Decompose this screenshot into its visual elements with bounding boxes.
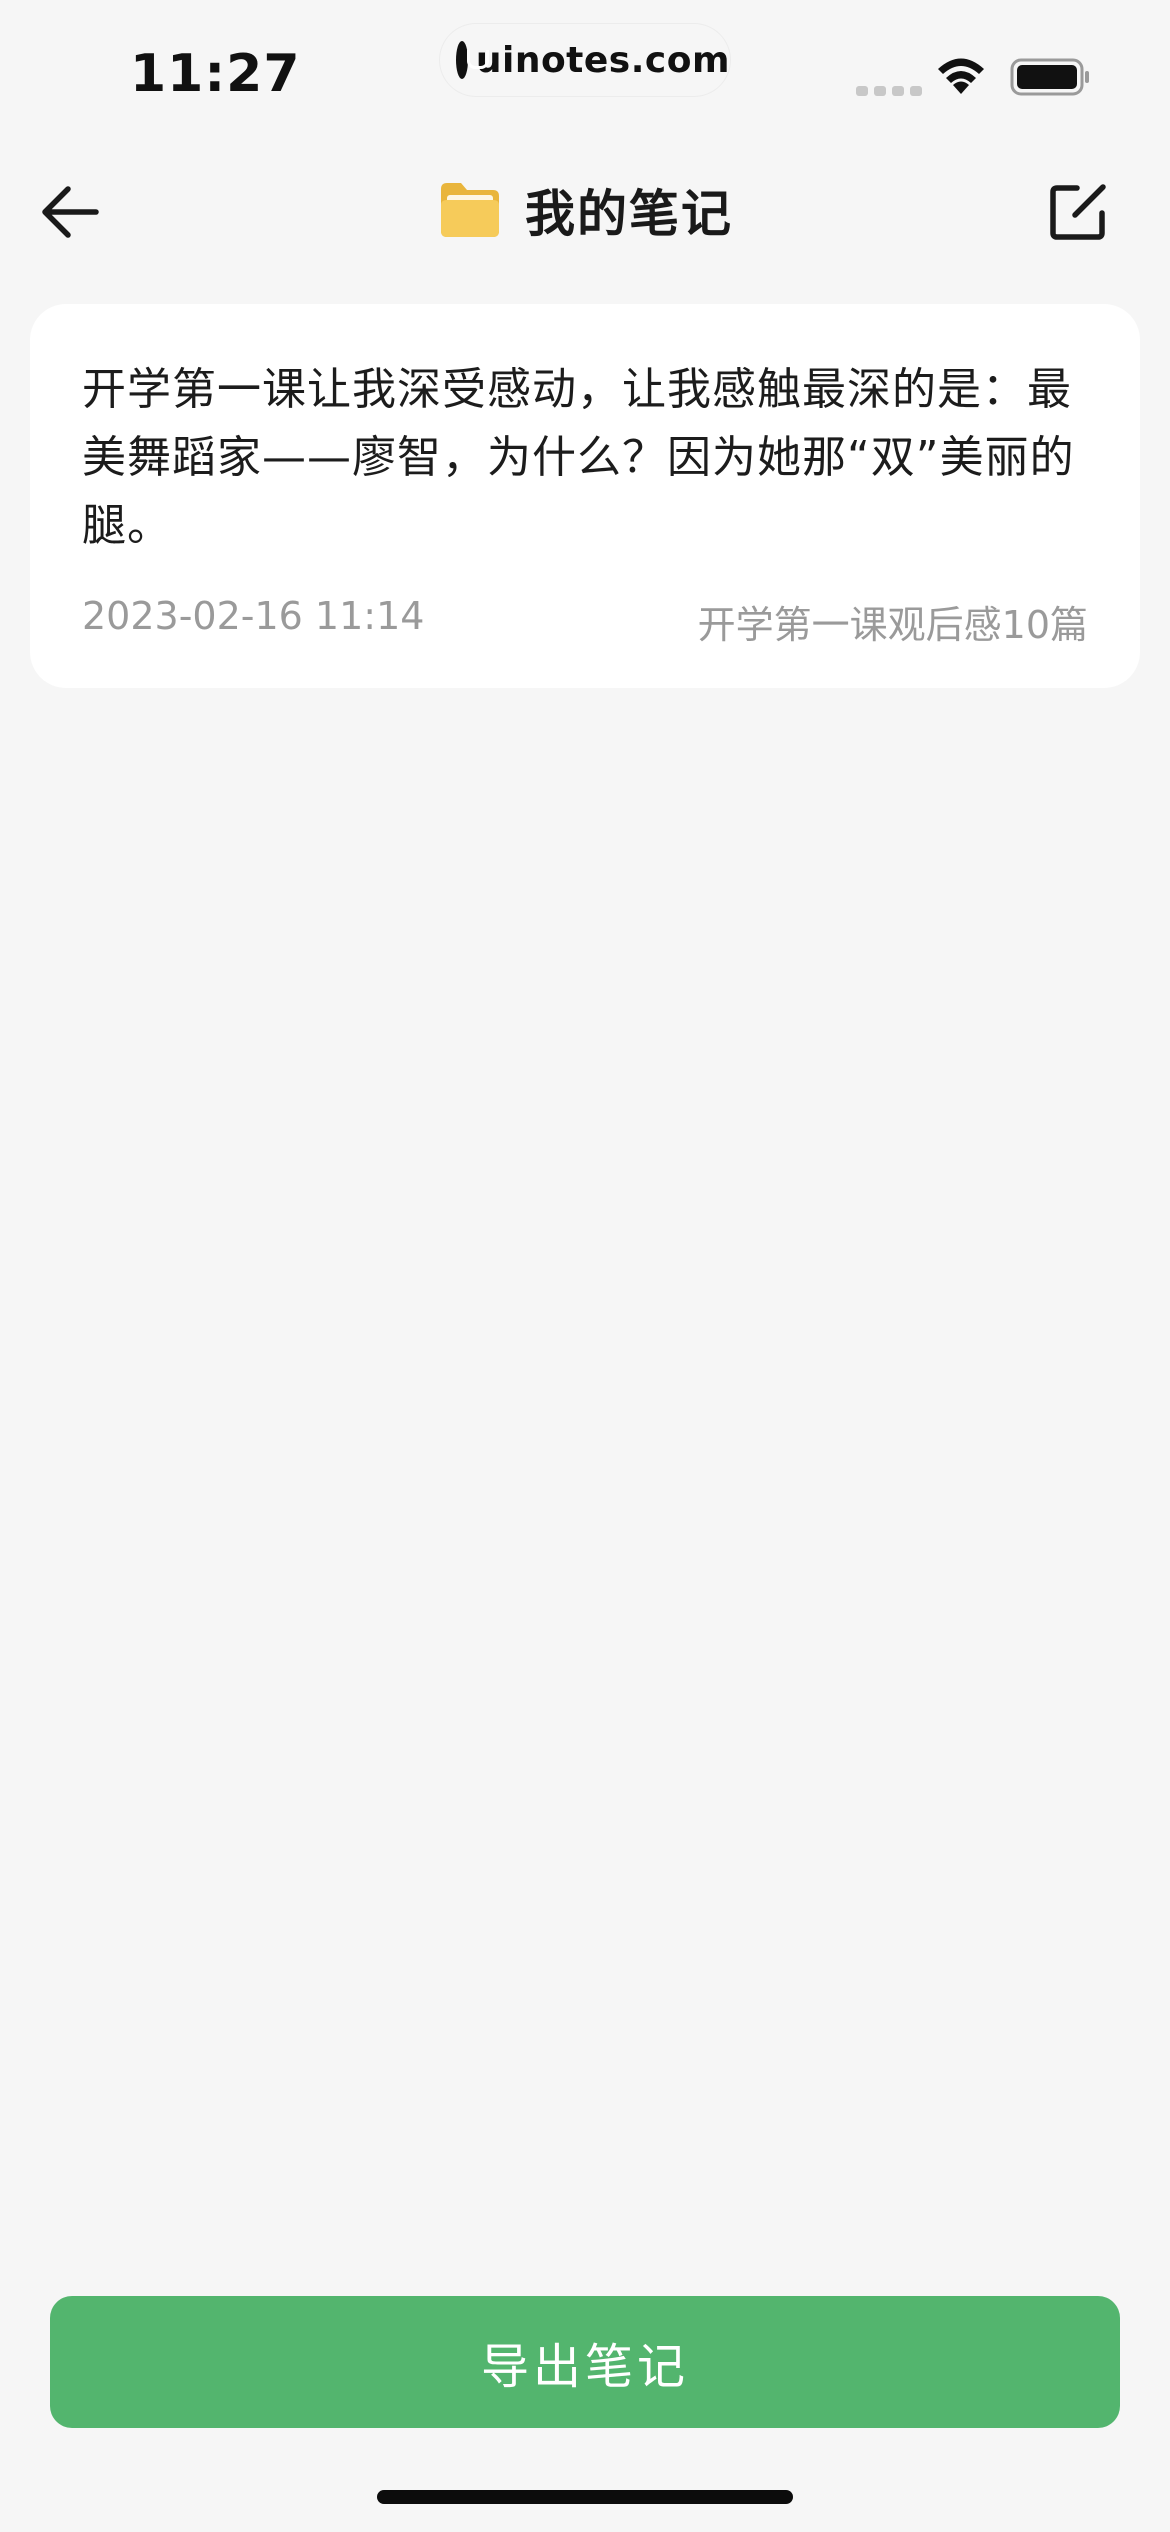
note-source[interactable]: 开学第一课观后感10篇 [698,594,1088,649]
page-title: 我的笔记 [525,185,733,243]
edit-square-icon [1050,184,1106,240]
note-meta: 2023-02-16 11:14 开学第一课观后感10篇 [82,594,1088,649]
battery-icon [1010,58,1089,96]
navigation-bar: 我的笔记 [0,150,1170,270]
nav-title-group: 我的笔记 [0,170,1170,250]
folder-icon [441,183,499,237]
wifi-icon [938,58,984,94]
watermark-badge: uinotes.com [440,24,730,96]
edit-button[interactable] [1040,174,1116,250]
note-card[interactable]: 开学第一课让我深受感动，让我感触最深的是：最美舞蹈家——廖智，为什么？因为她那“… [30,304,1140,688]
status-bar: 11:27 uinotes.com [0,0,1170,150]
status-time: 11:27 [130,44,301,104]
home-indicator [377,2490,793,2504]
note-content: 开学第一课让我深受感动，让我感触最深的是：最美舞蹈家——廖智，为什么？因为她那“… [82,364,1075,551]
cellular-signal-icon [856,86,922,96]
watermark-logo-icon [456,41,489,79]
watermark-text: uinotes.com [475,39,730,81]
note-date: 2023-02-16 11:14 [82,594,425,638]
export-notes-button[interactable]: 导出笔记 [50,2296,1120,2428]
